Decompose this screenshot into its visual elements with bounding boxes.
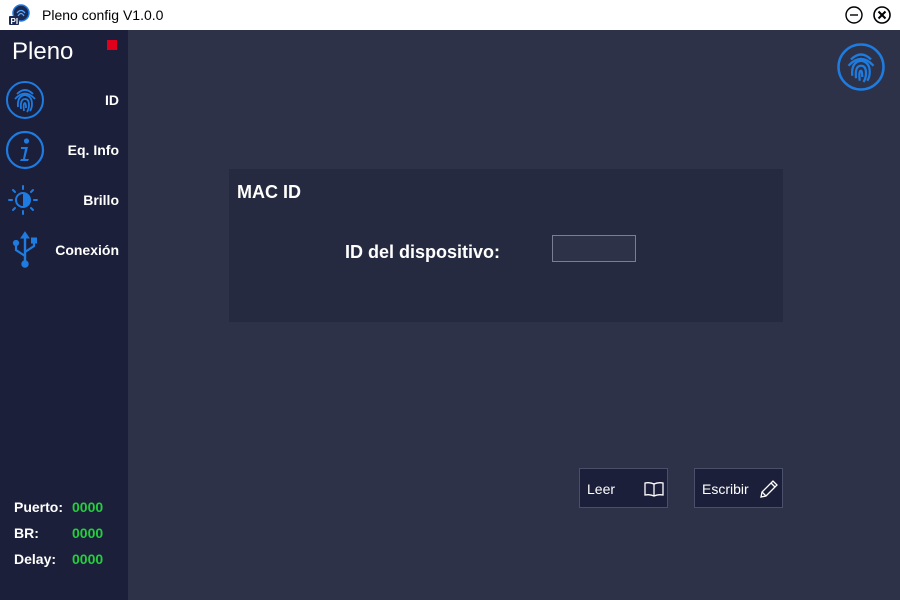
sidebar-item-id[interactable]: ID xyxy=(0,77,128,123)
panel-title: MAC ID xyxy=(237,182,301,202)
delay-info: Delay: 0000 xyxy=(14,551,103,567)
port-info: Puerto: 0000 xyxy=(14,499,103,515)
write-button[interactable]: Escribir xyxy=(694,468,783,508)
sidebar-item-eq-info[interactable]: Eq. Info xyxy=(0,127,128,173)
read-button[interactable]: Leer xyxy=(579,468,668,508)
fingerprint-logo-icon xyxy=(837,43,885,91)
pencil-icon xyxy=(760,480,778,498)
delay-label: Delay: xyxy=(14,551,57,567)
sidebar-item-label: Conexión xyxy=(55,242,119,258)
device-id-label: ID del dispositivo: xyxy=(345,242,501,262)
sidebar: Pleno ID Eq. Info Brillo Conexión Puerto… xyxy=(0,30,128,600)
read-button-label: Leer xyxy=(587,481,616,497)
window-title: Pleno config V1.0.0 xyxy=(42,7,164,23)
sidebar-item-label: ID xyxy=(105,92,119,108)
port-value: 0000 xyxy=(72,499,104,515)
title-bar: PI Pleno config V1.0.0 xyxy=(0,0,900,30)
svg-text:PI: PI xyxy=(11,17,19,26)
brand-title: Pleno xyxy=(12,38,74,65)
write-button-label: Escribir xyxy=(702,481,749,497)
book-icon xyxy=(644,482,664,497)
delay-value: 0000 xyxy=(72,551,104,567)
fingerprint-icon xyxy=(6,81,44,119)
sidebar-item-label: Brillo xyxy=(83,192,119,208)
info-icon xyxy=(5,130,45,170)
brightness-icon xyxy=(8,185,38,215)
minimize-icon[interactable] xyxy=(845,6,863,24)
device-id-field[interactable] xyxy=(552,235,636,262)
baudrate-label: BR: xyxy=(14,525,39,541)
close-icon[interactable] xyxy=(873,6,891,24)
mac-id-panel: MAC ID ID del dispositivo: xyxy=(229,169,783,322)
app-logo-icon: PI xyxy=(9,4,30,26)
sidebar-item-conexion[interactable]: Conexión xyxy=(0,227,128,273)
baudrate-value: 0000 xyxy=(72,525,104,541)
usb-icon xyxy=(12,231,37,268)
sidebar-item-brillo[interactable]: Brillo xyxy=(0,177,128,223)
sidebar-item-label: Eq. Info xyxy=(67,142,119,158)
status-indicator-icon xyxy=(107,40,117,50)
port-label: Puerto: xyxy=(14,499,63,515)
baudrate-info: BR: 0000 xyxy=(14,525,103,541)
